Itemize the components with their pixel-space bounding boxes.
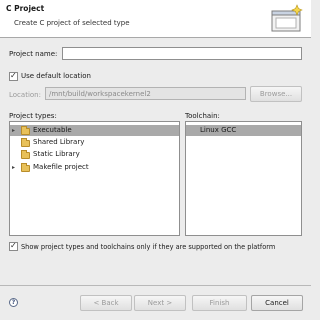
tree-item-shared-library[interactable]: Shared Library: [10, 137, 179, 148]
expand-arrow-icon[interactable]: ▸: [12, 162, 15, 173]
tree-item-label: Shared Library: [33, 138, 85, 146]
show-supported-only-label: Show project types and toolchains only i…: [21, 243, 276, 251]
tree-item-label: Executable: [33, 126, 72, 134]
toolchain-item-linux-gcc[interactable]: Linux GCC: [186, 125, 301, 136]
tree-item-label: Makefile project: [33, 163, 89, 171]
folder-icon: [21, 138, 30, 147]
toolchain-label: Toolchain:: [185, 112, 220, 120]
show-supported-only-checkbox[interactable]: [9, 241, 18, 251]
use-default-location-label: Use default location: [21, 72, 91, 80]
tree-item-makefile-project[interactable]: ▸ Makefile project: [10, 162, 179, 173]
help-icon[interactable]: ?: [9, 298, 18, 307]
location-label: Location:: [9, 91, 41, 99]
project-name-input[interactable]: [62, 47, 302, 60]
expand-arrow-icon[interactable]: ▸: [12, 125, 15, 136]
folder-icon: [21, 163, 30, 172]
finish-button[interactable]: Finish: [192, 295, 247, 311]
wizard-banner: C Project Create C project of selected t…: [0, 0, 311, 38]
back-button[interactable]: < Back: [80, 295, 132, 311]
next-button[interactable]: Next >: [134, 295, 186, 311]
new-project-wizard-icon: [271, 4, 303, 32]
project-types-label: Project types:: [9, 112, 57, 120]
location-input[interactable]: /mnt/build/workspacekernel2: [45, 87, 246, 100]
tree-item-executable[interactable]: ▸ Executable: [10, 125, 179, 136]
tree-item-label: Static Library: [33, 150, 80, 158]
button-bar-separator: [0, 285, 311, 286]
folder-icon: [21, 150, 30, 159]
tree-item-static-library[interactable]: Static Library: [10, 149, 179, 160]
toolchain-item-label: Linux GCC: [200, 126, 237, 134]
browse-button[interactable]: Browse...: [250, 86, 302, 102]
wizard-description: Create C project of selected type: [14, 19, 130, 27]
project-types-tree[interactable]: ▸ Executable Shared Library Static Libra…: [9, 121, 180, 236]
cancel-button[interactable]: Cancel: [251, 295, 303, 311]
toolchain-list[interactable]: Linux GCC: [185, 121, 302, 236]
use-default-location-checkbox[interactable]: [9, 71, 18, 81]
folder-icon: [21, 126, 30, 135]
wizard-title: C Project: [6, 4, 45, 13]
project-name-label: Project name:: [9, 50, 58, 58]
